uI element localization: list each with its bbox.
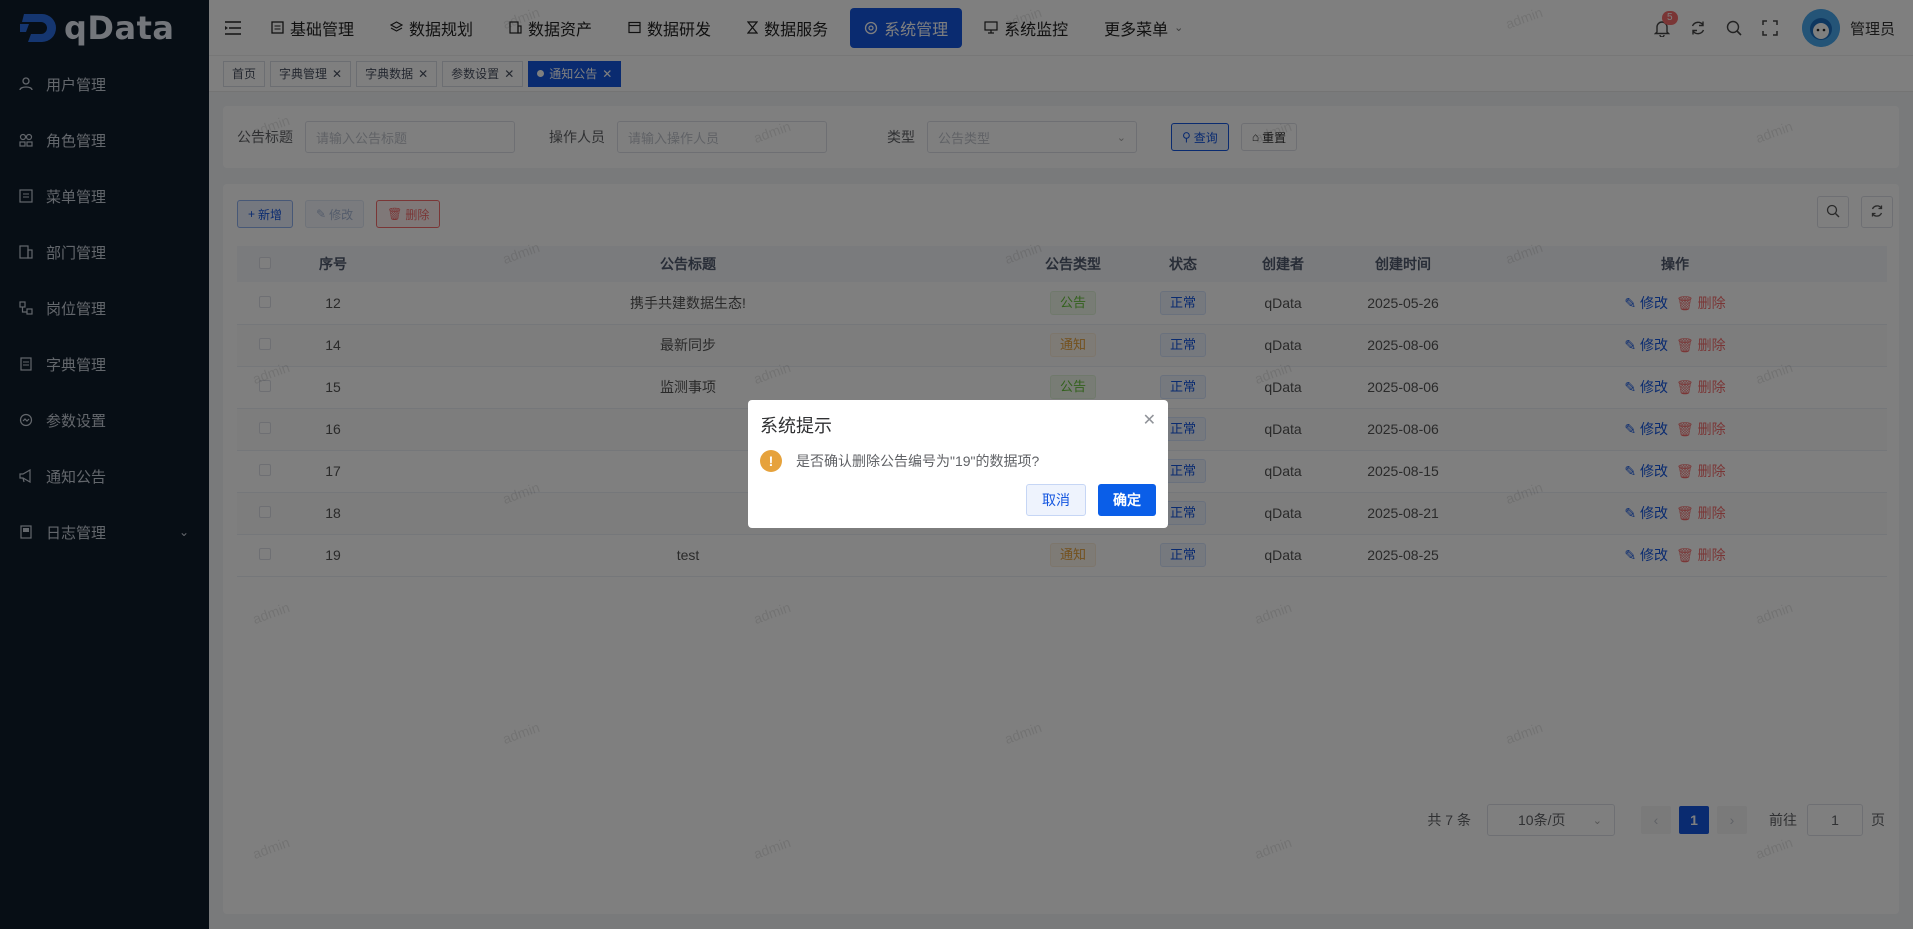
- confirm-dialog: 系统提示 ✕ ! 是否确认删除公告编号为"19"的数据项? 取消 确定: [748, 400, 1168, 528]
- dialog-title: 系统提示: [760, 416, 832, 436]
- dialog-footer: 取消 确定: [1026, 484, 1156, 516]
- confirm-button[interactable]: 确定: [1098, 484, 1156, 516]
- dialog-body: ! 是否确认删除公告编号为"19"的数据项?: [760, 450, 1156, 472]
- warning-icon: !: [760, 450, 782, 472]
- close-icon[interactable]: ✕: [1143, 410, 1156, 430]
- dialog-message: 是否确认删除公告编号为"19"的数据项?: [796, 453, 1040, 469]
- cancel-button[interactable]: 取消: [1026, 484, 1086, 516]
